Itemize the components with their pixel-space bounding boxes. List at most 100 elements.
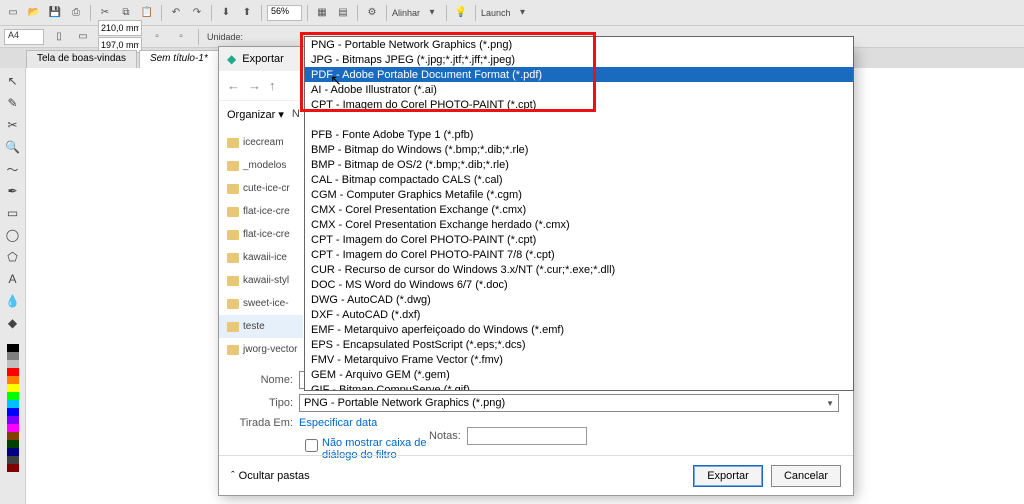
filetype-option[interactable]: PFB - Fonte Adobe Type 1 (*.pfb) <box>305 127 853 142</box>
folder-item[interactable]: icecream <box>219 131 303 154</box>
open-icon[interactable]: 📂 <box>25 4 43 22</box>
specify-date-link[interactable]: Especificar data <box>299 417 377 429</box>
polygon-tool-icon[interactable]: ⬠ <box>4 248 22 266</box>
align-label[interactable]: Alinhar <box>392 8 420 18</box>
nav-back-icon[interactable]: ← <box>227 78 240 93</box>
pick-tool-icon[interactable]: ↖ <box>4 72 22 90</box>
filetype-option[interactable]: PDF - Adobe Portable Document Format (*.… <box>305 67 853 82</box>
organize-button[interactable]: Organizar ▾ <box>227 108 284 121</box>
folder-item[interactable]: flat-ice-cre <box>219 223 303 246</box>
color-swatch[interactable] <box>7 344 19 352</box>
launch-label[interactable]: Launch <box>481 8 511 18</box>
chevron-down-icon[interactable]: ▾ <box>514 4 532 22</box>
paste-icon[interactable]: 📋 <box>138 4 156 22</box>
chevron-down-icon[interactable]: ▾ <box>423 4 441 22</box>
cut-icon[interactable]: ✂ <box>96 4 114 22</box>
filetype-option[interactable]: BMP - Bitmap do Windows (*.bmp;*.dib;*.r… <box>305 142 853 157</box>
shape-tool-icon[interactable]: ✎ <box>4 94 22 112</box>
filetype-option[interactable]: CMX - Corel Presentation Exchange (*.cmx… <box>305 202 853 217</box>
text-tool-icon[interactable]: A <box>4 270 22 288</box>
filetype-option[interactable]: CPT - Imagem do Corel PHOTO-PAINT 7/8 (*… <box>305 247 853 262</box>
nav-forward-icon[interactable]: → <box>248 78 261 93</box>
page-width-field[interactable] <box>98 20 142 36</box>
filter-dialog-checkbox[interactable] <box>305 439 318 452</box>
crop-tool-icon[interactable]: ✂ <box>4 116 22 134</box>
color-swatch[interactable] <box>7 464 19 472</box>
color-swatch[interactable] <box>7 456 19 464</box>
print-icon[interactable]: ⎙ <box>67 4 85 22</box>
folder-item[interactable]: kawaii-styl <box>219 269 303 292</box>
paper-combo[interactable]: A4 <box>4 29 44 45</box>
new-folder-button[interactable]: N <box>292 108 300 120</box>
filetype-option[interactable]: DOC - MS Word do Windows 6/7 (*.doc) <box>305 277 853 292</box>
color-swatch[interactable] <box>7 440 19 448</box>
orientation-landscape-icon[interactable]: ▭ <box>74 28 92 46</box>
filetype-option[interactable]: PNG - Portable Network Graphics (*.png) <box>305 37 853 52</box>
filetype-option[interactable]: CGM - Computer Graphics Metafile (*.cgm) <box>305 187 853 202</box>
filetype-option[interactable]: EPS - Encapsulated PostScript (*.eps;*.d… <box>305 337 853 352</box>
filetype-option[interactable]: AI - Adobe Illustrator (*.ai) <box>305 82 853 97</box>
hide-folders-toggle[interactable]: ˆ Ocultar pastas <box>231 470 310 482</box>
folder-item[interactable]: cute-ice-cr <box>219 177 303 200</box>
snap-icon[interactable]: ▦ <box>313 4 331 22</box>
grid-icon[interactable]: ▤ <box>334 4 352 22</box>
color-swatch[interactable] <box>7 368 19 376</box>
filetype-option[interactable]: FMV - Metarquivo Frame Vector (*.fmv) <box>305 352 853 367</box>
redo-icon[interactable]: ↷ <box>188 4 206 22</box>
filetype-combo[interactable]: PNG - Portable Network Graphics (*.png) … <box>299 394 839 412</box>
color-swatch[interactable] <box>7 424 19 432</box>
lightbulb-icon[interactable]: 💡 <box>452 4 470 22</box>
filetype-option[interactable] <box>305 112 853 127</box>
cancel-button[interactable]: Cancelar <box>771 465 841 487</box>
page-icon[interactable]: ▫ <box>148 28 166 46</box>
filetype-option[interactable]: EMF - Metarquivo aperfeiçoado do Windows… <box>305 322 853 337</box>
color-swatch[interactable] <box>7 360 19 368</box>
filetype-option[interactable]: CAL - Bitmap compactado CALS (*.cal) <box>305 172 853 187</box>
filetype-option[interactable]: JPG - Bitmaps JPEG (*.jpg;*.jtf;*.jff;*.… <box>305 52 853 67</box>
tab-welcome[interactable]: Tela de boas-vindas <box>26 50 137 68</box>
filetype-option[interactable]: CPT - Imagem do Corel PHOTO-PAINT (*.cpt… <box>305 97 853 112</box>
filetype-option[interactable]: GIF - Bitmap CompuServe (*.gif) <box>305 382 853 391</box>
pen-tool-icon[interactable]: ✒ <box>4 182 22 200</box>
filetype-option[interactable]: DXF - AutoCAD (*.dxf) <box>305 307 853 322</box>
filetype-option[interactable]: DWG - AutoCAD (*.dwg) <box>305 292 853 307</box>
import-icon[interactable]: ⬇ <box>217 4 235 22</box>
ellipse-tool-icon[interactable]: ◯ <box>4 226 22 244</box>
color-swatch[interactable] <box>7 432 19 440</box>
rectangle-tool-icon[interactable]: ▭ <box>4 204 22 222</box>
color-swatch[interactable] <box>7 384 19 392</box>
zoom-combo[interactable]: 56% <box>267 5 302 21</box>
nav-up-icon[interactable]: ↑ <box>269 78 276 93</box>
export-icon[interactable]: ⬆ <box>238 4 256 22</box>
folder-item[interactable]: flat-ice-cre <box>219 200 303 223</box>
color-swatch[interactable] <box>7 408 19 416</box>
tab-document[interactable]: Sem título-1* <box>139 50 219 68</box>
filetype-option[interactable]: GEM - Arquivo GEM (*.gem) <box>305 367 853 382</box>
color-swatch[interactable] <box>7 400 19 408</box>
options-icon[interactable]: ⚙ <box>363 4 381 22</box>
filetype-option[interactable]: BMP - Bitmap de OS/2 (*.bmp;*.dib;*.rle) <box>305 157 853 172</box>
page-icon[interactable]: ▫ <box>172 28 190 46</box>
export-button[interactable]: Exportar <box>693 465 763 487</box>
fill-tool-icon[interactable]: ◆ <box>4 314 22 332</box>
zoom-tool-icon[interactable]: 🔍 <box>4 138 22 156</box>
new-icon[interactable]: ▭ <box>4 4 22 22</box>
notes-field[interactable] <box>467 427 587 445</box>
freehand-tool-icon[interactable]: ～ <box>4 160 22 178</box>
filetype-option[interactable]: CUR - Recurso de cursor do Windows 3.x/N… <box>305 262 853 277</box>
folder-item[interactable]: jworg-vector <box>219 338 303 361</box>
filetype-option[interactable]: CPT - Imagem do Corel PHOTO-PAINT (*.cpt… <box>305 232 853 247</box>
undo-icon[interactable]: ↶ <box>167 4 185 22</box>
color-swatch[interactable] <box>7 392 19 400</box>
color-swatch[interactable] <box>7 448 19 456</box>
color-swatch[interactable] <box>7 352 19 360</box>
save-icon[interactable]: 💾 <box>46 4 64 22</box>
folder-item[interactable]: _modelos <box>219 154 303 177</box>
orientation-portrait-icon[interactable]: ▯ <box>50 28 68 46</box>
folder-item[interactable]: sweet-ice- <box>219 292 303 315</box>
folder-item[interactable]: teste <box>219 315 303 338</box>
color-swatch[interactable] <box>7 376 19 384</box>
filetype-dropdown[interactable]: PNG - Portable Network Graphics (*.png)J… <box>304 36 854 391</box>
copy-icon[interactable]: ⧉ <box>117 4 135 22</box>
filetype-option[interactable]: CMX - Corel Presentation Exchange herdad… <box>305 217 853 232</box>
